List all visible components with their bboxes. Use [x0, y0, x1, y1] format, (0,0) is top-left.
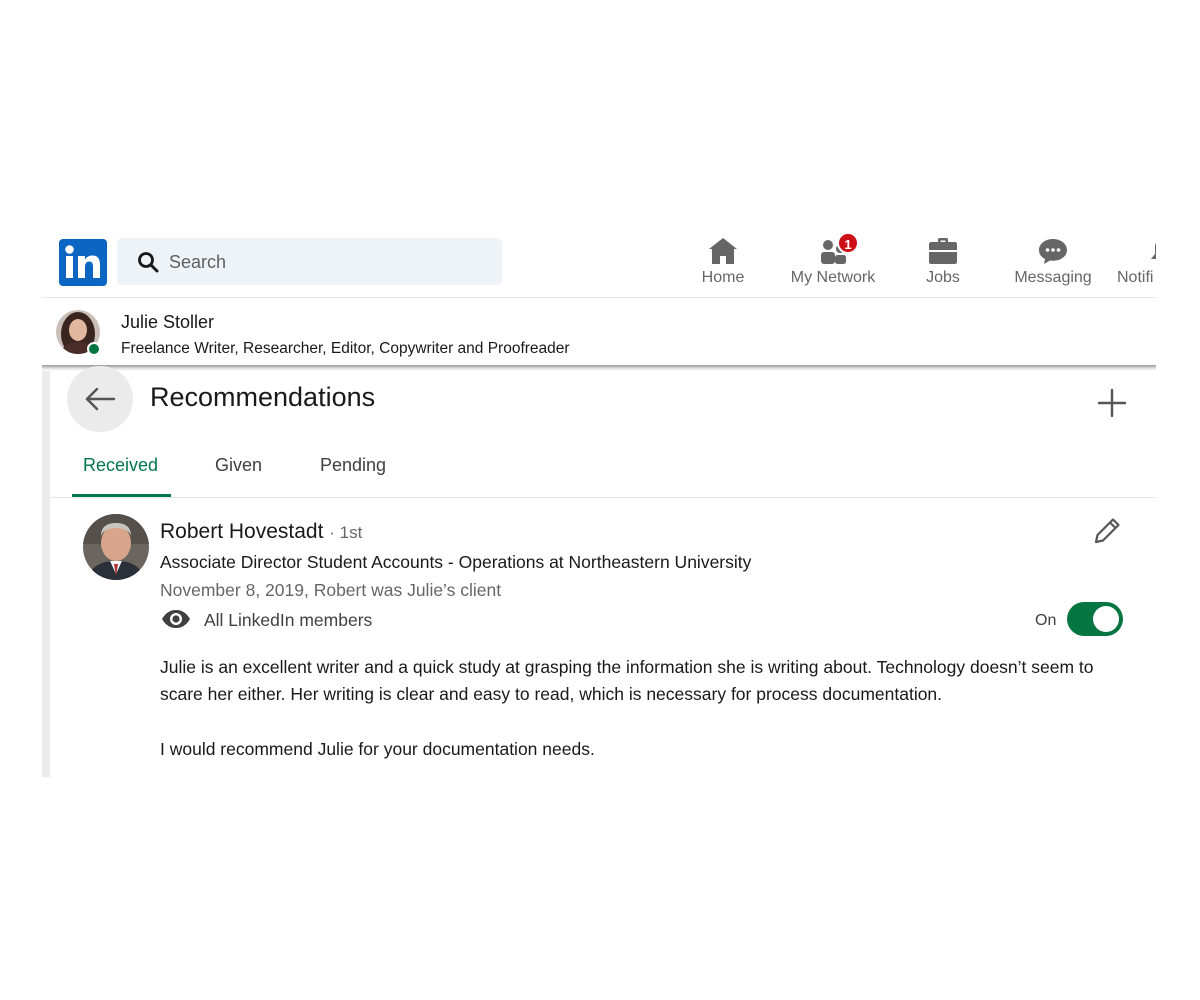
back-button[interactable]	[67, 366, 133, 432]
visibility-setting: All LinkedIn members	[204, 610, 373, 630]
nav-my-network-label: My Network	[790, 269, 876, 286]
toggle-label: On	[1035, 612, 1057, 629]
linkedin-logo-icon[interactable]	[59, 239, 107, 286]
profile-headline: Freelance Writer, Researcher, Editor, Co…	[121, 340, 570, 357]
nav-home[interactable]: Home	[688, 236, 758, 292]
notification-badge: 1	[837, 232, 859, 254]
nav-home-label: Home	[701, 269, 745, 286]
recommender-avatar[interactable]	[83, 514, 149, 580]
search-icon	[138, 252, 159, 273]
toggle-knob	[1093, 606, 1119, 632]
tab-given[interactable]: Given	[215, 441, 262, 497]
profile-name: Julie Stoller	[121, 312, 215, 332]
nav-messaging[interactable]: Messaging	[1008, 236, 1098, 292]
profile-strip: Julie Stoller Freelance Writer, Research…	[42, 299, 1156, 365]
home-icon	[709, 238, 737, 264]
recommendation-paragraph: I would recommend Julie for your documen…	[160, 739, 595, 759]
arrow-left-icon	[85, 387, 116, 411]
pencil-icon[interactable]	[1090, 514, 1124, 548]
connection-degree: · 1st	[329, 523, 363, 542]
top-navigation: Home 1 My Network Jobs	[42, 232, 1156, 298]
nav-jobs-label: Jobs	[926, 269, 960, 286]
add-icon[interactable]	[1094, 385, 1130, 421]
tab-received[interactable]: Received	[72, 441, 171, 497]
recommendations-card: Recommendations Received Given Pending R…	[42, 366, 1156, 777]
nav-notifications[interactable]: Notifi	[1116, 236, 1156, 292]
bell-icon	[1151, 242, 1156, 259]
nav-notifications-label: Notifi	[1117, 269, 1154, 286]
visibility-toggle[interactable]	[1067, 602, 1123, 636]
nav-jobs[interactable]: Jobs	[908, 236, 978, 292]
tabs-divider	[50, 497, 1156, 498]
recommender-name-line: Robert Hovestadt · 1st	[160, 520, 362, 544]
recommender-name[interactable]: Robert Hovestadt	[160, 520, 323, 543]
nav-messaging-label: Messaging	[1014, 269, 1092, 286]
eye-icon	[162, 610, 190, 628]
recommendation-text: Julie is an excellent writer and a quick…	[160, 654, 1130, 777]
online-status-icon	[87, 342, 101, 356]
recommendation-paragraph: Julie is an excellent writer and a quick…	[160, 657, 1094, 704]
tab-pending[interactable]: Pending	[320, 441, 386, 497]
search-input[interactable]	[169, 246, 489, 278]
recommendation-date: November 8, 2019, Robert was Julie’s cli…	[160, 580, 502, 600]
messaging-icon	[1039, 239, 1067, 264]
nav-my-network[interactable]: 1 My Network	[783, 232, 883, 292]
page-title: Recommendations	[150, 382, 376, 412]
app-frame: Home 1 My Network Jobs	[42, 232, 1156, 777]
briefcase-icon	[929, 238, 957, 264]
recommender-title: Associate Director Student Accounts - Op…	[160, 552, 752, 572]
search-box[interactable]	[117, 238, 502, 285]
